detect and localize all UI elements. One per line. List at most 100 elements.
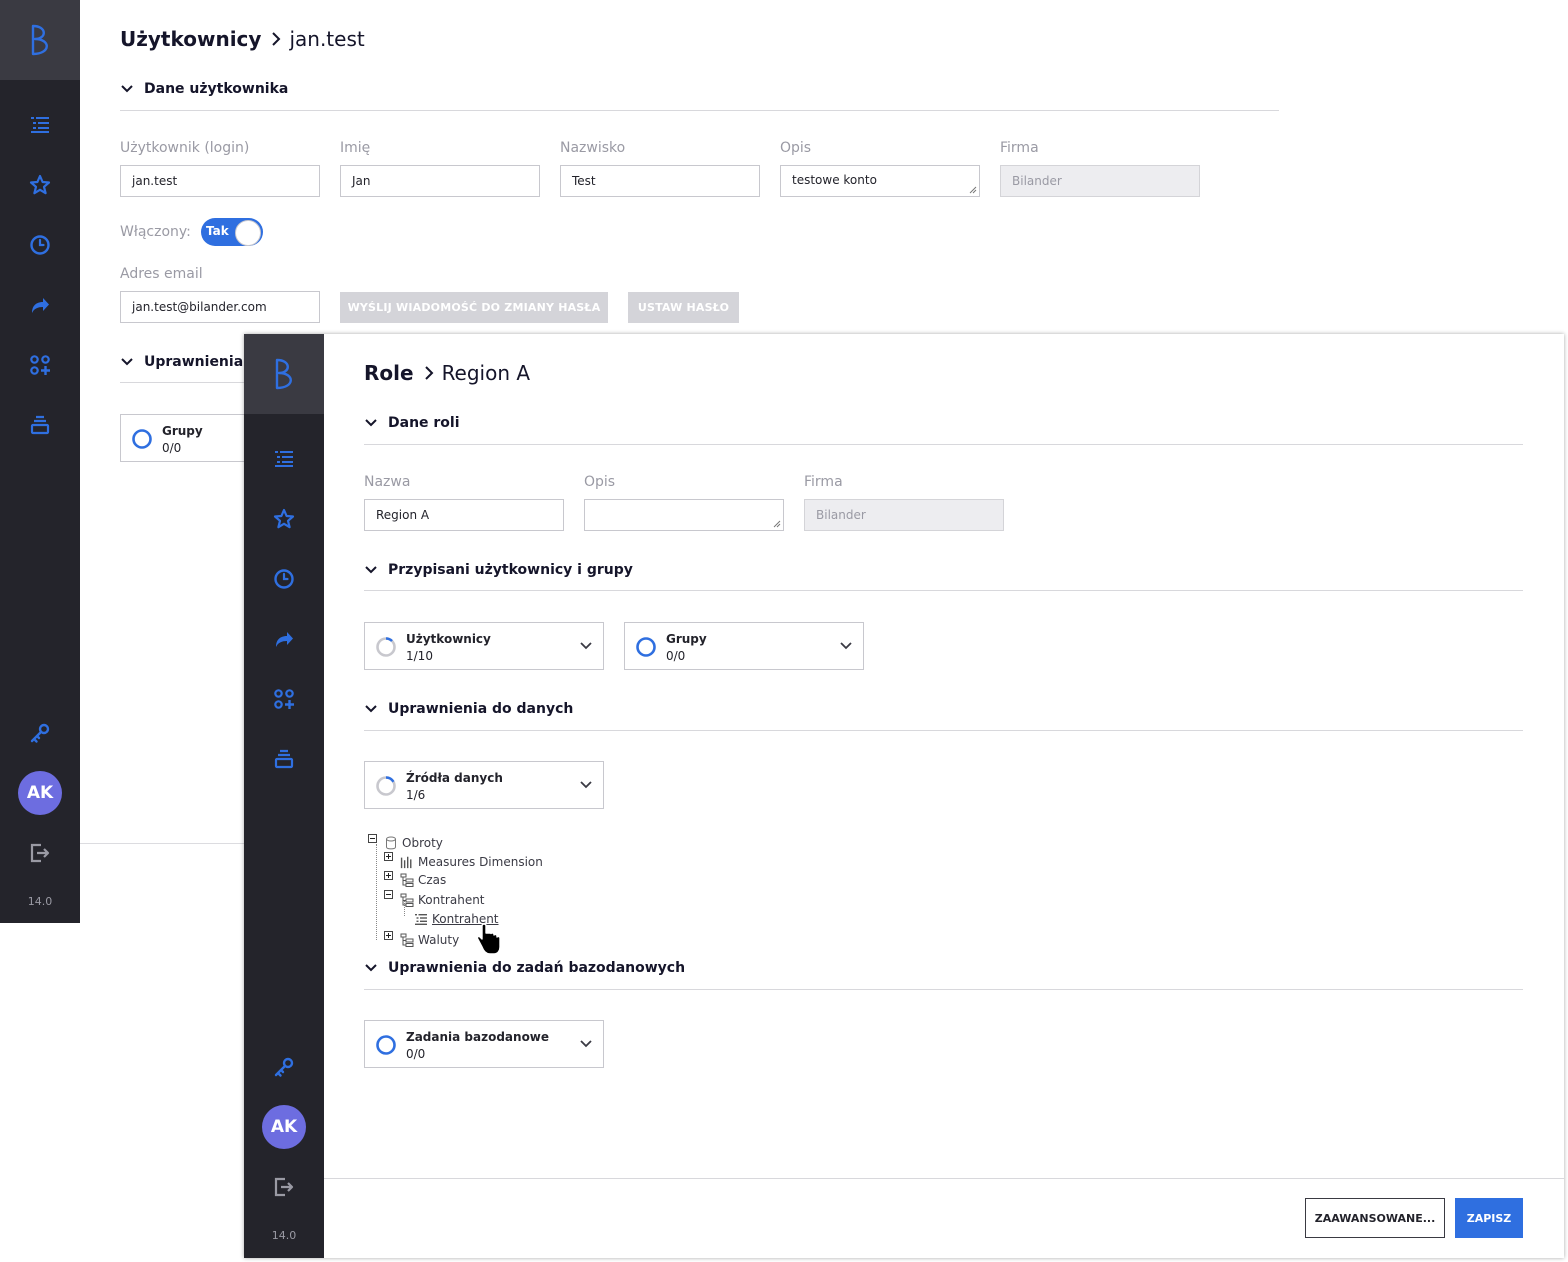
toggle-knob xyxy=(235,220,261,246)
progress-ring-icon xyxy=(376,776,396,796)
tree-node-kontrahent[interactable]: Kontrahent xyxy=(400,893,485,907)
description-textarea[interactable]: testowe konto xyxy=(780,165,980,197)
list-icon[interactable] xyxy=(28,113,52,137)
section-permissions[interactable]: Uprawnienia xyxy=(120,354,243,370)
chevron-down-icon[interactable] xyxy=(364,963,378,973)
chevron-down-icon[interactable] xyxy=(120,357,134,367)
stack-icon[interactable] xyxy=(28,413,52,437)
progress-ring-icon xyxy=(376,637,396,657)
star-icon[interactable] xyxy=(28,173,52,197)
apps-add-icon[interactable] xyxy=(272,687,296,711)
enabled-toggle[interactable]: Tak xyxy=(201,218,263,246)
toggle-state: Tak xyxy=(206,224,229,238)
groups-selector[interactable]: Grupy 0/0 xyxy=(624,622,864,670)
login-label: Użytkownik (login) xyxy=(120,140,250,156)
email-label: Adres email xyxy=(120,266,203,282)
breadcrumb-section[interactable]: Role xyxy=(364,361,414,385)
selector-title: Źródła danych xyxy=(406,771,503,785)
user-avatar[interactable]: AK xyxy=(262,1105,306,1149)
section-db-tasks[interactable]: Uprawnienia do zadań bazodanowych xyxy=(364,960,685,976)
tree-label: Obroty xyxy=(402,836,443,850)
chevron-down-icon[interactable] xyxy=(120,84,134,94)
description-textarea[interactable] xyxy=(584,499,784,531)
chevron-down-icon[interactable] xyxy=(579,1039,593,1049)
login-input[interactable]: jan.test xyxy=(120,165,320,197)
send-reset-button[interactable]: WYŚLIJ WIADOMOŚĆ DO ZMIANY HASŁA xyxy=(340,292,608,323)
collapse-toggle-icon[interactable] xyxy=(384,890,393,899)
last-name-input[interactable]: Test xyxy=(560,165,760,197)
app-logo[interactable] xyxy=(244,334,324,414)
sidebar: AK 14.0 xyxy=(0,0,80,923)
logout-icon[interactable] xyxy=(28,841,52,865)
enabled-label: Włączony: xyxy=(120,224,191,240)
expand-toggle-icon[interactable] xyxy=(384,871,393,880)
selector-count: 0/0 xyxy=(162,441,182,455)
chevron-down-icon[interactable] xyxy=(364,704,378,714)
email-input[interactable]: jan.test@bilander.com xyxy=(120,291,320,323)
section-assigned[interactable]: Przypisani użytkownicy i grupy xyxy=(364,562,633,578)
set-password-button[interactable]: USTAW HASŁO xyxy=(628,292,739,323)
section-title: Uprawnienia xyxy=(144,354,244,370)
groups-selector[interactable]: Grupy 0/0 xyxy=(120,414,244,462)
tree-node-waluty[interactable]: Waluty xyxy=(400,933,459,947)
divider xyxy=(364,730,1523,731)
expand-toggle-icon[interactable] xyxy=(384,931,393,940)
selector-title: Zadania bazodanowe xyxy=(406,1030,550,1044)
key-icon[interactable] xyxy=(272,1055,296,1079)
last-name-label: Nazwisko xyxy=(560,140,626,156)
chevron-down-icon[interactable] xyxy=(579,641,593,651)
list-icon[interactable] xyxy=(272,447,296,471)
divider xyxy=(364,444,1523,445)
app-version: 14.0 xyxy=(27,895,53,908)
collapse-toggle-icon[interactable] xyxy=(368,834,377,843)
description-label: Opis xyxy=(584,474,616,490)
resize-grip-icon[interactable] xyxy=(773,520,781,528)
apps-add-icon[interactable] xyxy=(28,353,52,377)
breadcrumb-section[interactable]: Użytkownicy xyxy=(120,27,261,51)
section-title: Przypisani użytkownicy i grupy xyxy=(388,562,633,578)
db-tasks-selector[interactable]: Zadania bazodanowe 0/0 xyxy=(364,1020,604,1068)
chevron-down-icon[interactable] xyxy=(364,418,378,428)
resize-grip-icon[interactable] xyxy=(969,186,977,194)
selector-count: 1/6 xyxy=(406,788,426,802)
share-icon[interactable] xyxy=(272,627,296,651)
user-avatar[interactable]: AK xyxy=(18,771,62,815)
tree-node-czas[interactable]: Czas xyxy=(400,873,446,887)
expand-toggle-icon[interactable] xyxy=(384,852,393,861)
save-button[interactable]: ZAPISZ xyxy=(1455,1198,1523,1238)
selector-title: Grupy xyxy=(666,632,707,646)
users-selector[interactable]: Użytkownicy 1/10 xyxy=(364,622,604,670)
progress-ring-icon xyxy=(636,637,656,657)
chevron-down-icon[interactable] xyxy=(364,565,378,575)
section-data-permissions[interactable]: Uprawnienia do danych xyxy=(364,701,573,717)
breadcrumb: Role Region A xyxy=(364,361,530,385)
app-logo[interactable] xyxy=(0,0,80,80)
divider xyxy=(364,590,1523,591)
breadcrumb-current: jan.test xyxy=(289,27,365,51)
tree-node-measures[interactable]: Measures Dimension xyxy=(400,855,543,869)
hierarchy-icon xyxy=(400,873,414,887)
star-icon[interactable] xyxy=(272,507,296,531)
section-user-data[interactable]: Dane użytkownika xyxy=(120,81,288,97)
tree-node-root[interactable]: Obroty xyxy=(384,836,443,850)
measures-icon xyxy=(400,855,414,869)
hand-cursor-icon xyxy=(476,923,501,955)
share-icon[interactable] xyxy=(28,293,52,317)
stack-icon[interactable] xyxy=(272,747,296,771)
tree-line xyxy=(376,844,377,940)
clock-icon[interactable] xyxy=(28,233,52,257)
key-icon[interactable] xyxy=(28,721,52,745)
progress-ring-icon xyxy=(376,1035,396,1055)
name-input[interactable]: Region A xyxy=(364,499,564,531)
name-label: Nazwa xyxy=(364,474,411,490)
advanced-button[interactable]: ZAAWANSOWANE... xyxy=(1305,1198,1445,1238)
clock-icon[interactable] xyxy=(272,567,296,591)
chevron-down-icon[interactable] xyxy=(839,641,853,651)
section-role-data[interactable]: Dane roli xyxy=(364,415,460,431)
data-sources-selector[interactable]: Źródła danych 1/6 xyxy=(364,761,604,809)
chevron-down-icon[interactable] xyxy=(579,780,593,790)
selector-count: 0/0 xyxy=(406,1047,426,1061)
first-name-input[interactable]: Jan xyxy=(340,165,540,197)
logout-icon[interactable] xyxy=(272,1175,296,1199)
database-icon xyxy=(384,836,398,850)
